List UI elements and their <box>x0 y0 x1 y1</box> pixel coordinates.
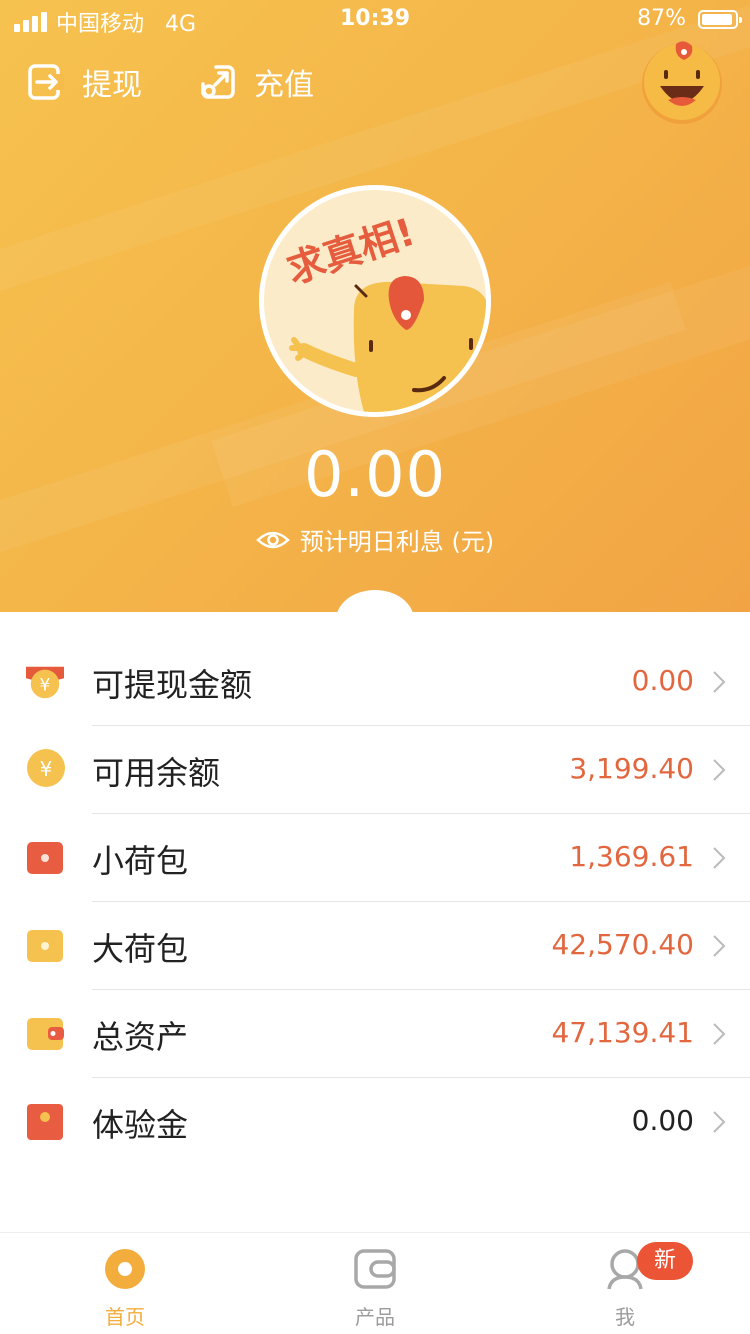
tab-me-label: 我 <box>615 1305 635 1329</box>
status-bar: 中国移动 4G 10:39 87% <box>0 0 750 40</box>
tab-home-label: 首页 <box>105 1305 145 1329</box>
list-item-label: 可提现金额 <box>92 666 253 704</box>
eye-icon[interactable] <box>255 529 290 551</box>
list-item-withdrawable[interactable]: ¥ 可提现金额 0.00 <box>0 638 750 726</box>
promo-mascot-badge[interactable]: 求真相! <box>259 185 491 417</box>
yellow-purse-icon <box>27 930 63 962</box>
interest-label: 预计明日利息 (元) <box>299 528 495 556</box>
withdraw-button[interactable]: 提现 <box>28 60 142 104</box>
list-item-value: 0.00 <box>631 1104 694 1137</box>
list-item-big-purse[interactable]: 大荷包 42,570.40 <box>0 902 750 990</box>
new-badge: 新 <box>637 1242 693 1280</box>
interest-toggle[interactable]: 预计明日利息 (元) <box>0 522 750 557</box>
list-item-value: 0.00 <box>631 664 694 697</box>
list-item-total-assets[interactable]: 总资产 47,139.41 <box>0 990 750 1078</box>
mascot-avatar[interactable] <box>640 40 724 124</box>
chevron-right-icon <box>713 1023 726 1045</box>
hero-banner: 中国移动 4G 10:39 87% 提现 充值 求真相! 0.00 预计明日利息… <box>0 0 750 612</box>
list-item-available-balance[interactable]: ¥ 可用余额 3,199.40 <box>0 726 750 814</box>
tab-products[interactable]: 产品 <box>315 1247 435 1330</box>
interest-amount: 0.00 <box>303 438 447 511</box>
red-purse-icon <box>27 842 63 874</box>
list-item-trial-fund[interactable]: 体验金 0.00 <box>0 1078 750 1166</box>
yen-coin-icon: ¥ <box>27 749 65 787</box>
chevron-right-icon <box>713 935 726 957</box>
red-packet-icon <box>27 1104 63 1140</box>
battery-percent: 87% <box>637 6 686 31</box>
account-list: ¥ 可提现金额 0.00 ¥ 可用余额 3,199.40 小荷包 1,369.6… <box>0 638 750 1166</box>
list-item-value: 1,369.61 <box>569 840 694 873</box>
products-icon <box>354 1249 396 1289</box>
list-item-value: 3,199.40 <box>569 752 694 785</box>
recharge-button[interactable]: 充值 <box>200 60 314 104</box>
list-item-small-purse[interactable]: 小荷包 1,369.61 <box>0 814 750 902</box>
withdraw-label: 提现 <box>82 68 142 103</box>
chevron-right-icon <box>713 1111 726 1133</box>
list-item-label: 可用余额 <box>92 754 221 792</box>
list-item-label: 总资产 <box>92 1018 189 1056</box>
withdraw-icon <box>28 64 64 100</box>
list-item-label: 大荷包 <box>92 930 189 968</box>
list-item-label: 体验金 <box>92 1106 189 1144</box>
list-item-label: 小荷包 <box>92 842 189 880</box>
tab-products-label: 产品 <box>355 1305 395 1329</box>
recharge-icon <box>201 65 235 99</box>
tab-home[interactable]: 首页 <box>65 1247 185 1330</box>
list-item-value: 47,139.41 <box>551 1016 694 1049</box>
chevron-right-icon <box>713 759 726 781</box>
battery-icon <box>698 10 742 29</box>
svg-text:¥: ¥ <box>40 757 53 781</box>
recharge-label: 充值 <box>254 68 314 103</box>
list-item-value: 42,570.40 <box>551 928 694 961</box>
yen-envelope-icon: ¥ <box>26 666 64 699</box>
home-icon <box>105 1249 145 1289</box>
chevron-right-icon <box>713 847 726 869</box>
wallet-icon <box>27 1018 64 1050</box>
tab-bar: 首页 产品 我 <box>0 1232 750 1334</box>
chevron-right-icon <box>713 671 726 693</box>
svg-text:¥: ¥ <box>40 676 51 696</box>
